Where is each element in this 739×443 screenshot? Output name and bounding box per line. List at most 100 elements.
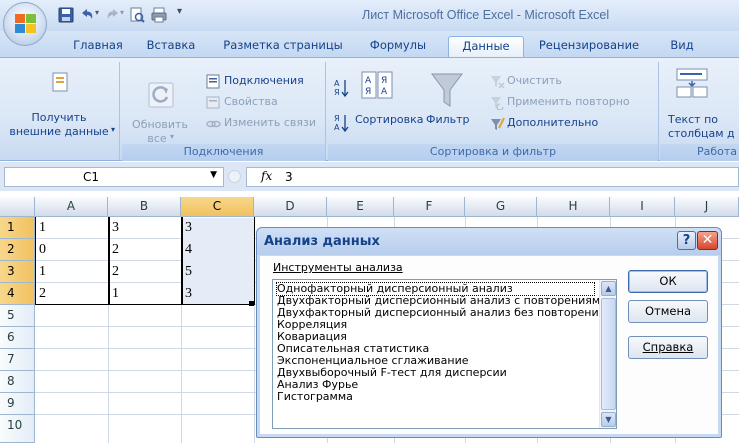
column-header-i[interactable]: I [610, 197, 675, 217]
tab-review[interactable]: Рецензирование [534, 36, 644, 57]
tools-listbox[interactable]: Однофакторный дисперсионный анализ Двухф… [272, 279, 617, 429]
cell-c2[interactable]: 4 [182, 239, 252, 261]
group-separator [658, 62, 659, 160]
cell-a1[interactable]: 1 [36, 217, 106, 239]
sort-button[interactable]: Сортировка [355, 113, 424, 126]
column-header-g[interactable]: G [465, 197, 537, 217]
column-header-f[interactable]: F [394, 197, 465, 217]
cell-c3[interactable]: 5 [182, 261, 252, 283]
cell-a3[interactable]: 1 [36, 261, 106, 283]
row-header-2[interactable]: 2 [0, 239, 35, 261]
close-icon[interactable]: ✕ [697, 231, 718, 250]
cancel-button[interactable]: Отмена [628, 300, 708, 323]
list-item[interactable]: Гистограмма [277, 391, 594, 403]
formula-circle-icon [228, 170, 241, 183]
text-to-columns-icon [676, 68, 708, 98]
column-header-h[interactable]: H [537, 197, 610, 217]
cell-b3[interactable]: 2 [109, 261, 179, 283]
undo-icon[interactable] [78, 6, 96, 24]
tab-data[interactable]: Данные [448, 36, 524, 57]
svg-text:А: А [334, 79, 340, 88]
tab-insert[interactable]: Вставка [140, 36, 202, 57]
edit-links-button[interactable]: Изменить связи [224, 116, 316, 129]
cell-b4[interactable]: 1 [109, 283, 179, 305]
column-header-j[interactable]: J [675, 197, 739, 217]
cell-b2[interactable]: 2 [109, 239, 179, 261]
row-header-8[interactable]: 8 [0, 371, 35, 393]
get-external-data-button[interactable]: Получить [16, 111, 102, 124]
print-icon[interactable] [150, 6, 168, 24]
name-box-dropdown-icon[interactable]: ▼ [210, 170, 217, 180]
column-header-c[interactable]: C [181, 197, 254, 217]
svg-text:Я: Я [334, 114, 340, 123]
row-header-1[interactable]: 1 [0, 217, 35, 239]
properties-button[interactable]: Свойства [224, 95, 278, 108]
listbox-scrollbar[interactable]: ▲ ▼ [599, 280, 616, 428]
advanced-filter-icon [491, 117, 505, 130]
formula-input[interactable]: fx 3 [246, 167, 739, 187]
group-label-data-tools: Работа [660, 144, 739, 161]
refresh-all-button[interactable]: Обновить [127, 118, 193, 131]
tab-formulas[interactable]: Формулы [364, 36, 432, 57]
scroll-up-icon[interactable]: ▲ [601, 281, 616, 296]
get-external-dropdown-icon[interactable]: ▾ [111, 125, 115, 134]
cell-b1[interactable]: 3 [109, 217, 179, 239]
row-header-4[interactable]: 4 [0, 283, 35, 305]
row-header-5[interactable]: 5 [0, 305, 35, 327]
sort-a-z-icon[interactable]: А Я [333, 78, 349, 98]
tab-home[interactable]: Главная [64, 36, 132, 57]
column-header-b[interactable]: B [108, 197, 181, 217]
filter-button[interactable]: Фильтр [426, 113, 470, 126]
refresh-dropdown-icon[interactable]: ▾ [170, 132, 174, 141]
help-icon[interactable]: ? [677, 231, 696, 250]
tools-label: Инструменты анализа [273, 261, 403, 274]
customize-qat-icon[interactable]: ▾ [177, 6, 195, 24]
properties-icon [206, 96, 220, 109]
group-separator [119, 62, 120, 160]
svg-text:Я: Я [334, 88, 340, 97]
name-box[interactable]: C1 ▼ [4, 167, 224, 187]
insert-function-icon[interactable]: fx [261, 169, 272, 183]
edit-links-icon [206, 120, 221, 128]
column-header-a[interactable]: A [35, 197, 108, 217]
svg-text:А: А [365, 76, 372, 86]
formula-bar: C1 ▼ fx 3 [0, 162, 739, 191]
svg-text:А: А [381, 87, 388, 97]
formula-value: 3 [285, 170, 293, 184]
cell-c4[interactable]: 3 [182, 283, 252, 305]
cell-c1[interactable]: 3 [182, 217, 252, 239]
ok-button[interactable]: ОК [628, 270, 708, 293]
office-button[interactable] [3, 2, 47, 46]
text-to-columns-button[interactable]: Текст по [668, 113, 718, 126]
scroll-down-icon[interactable]: ▼ [601, 412, 616, 427]
row-header-3[interactable]: 3 [0, 261, 35, 283]
tab-page-layout[interactable]: Разметка страницы [218, 36, 348, 57]
cell-a2[interactable]: 0 [36, 239, 106, 261]
select-all-corner[interactable] [0, 197, 35, 217]
advanced-filter-button[interactable]: Дополнительно [507, 116, 598, 129]
print-preview-icon[interactable] [128, 6, 146, 24]
tab-view[interactable]: Вид [662, 36, 702, 57]
name-box-value: C1 [83, 170, 100, 184]
row-header-10[interactable]: 10 [0, 415, 35, 443]
dialog-title: Анализ данных [264, 234, 380, 249]
help-button[interactable]: Справка [628, 336, 708, 359]
clear-filter-icon [491, 76, 505, 89]
clear-filter-button[interactable]: Очистить [507, 74, 562, 87]
connections-button[interactable]: Подключения [224, 74, 304, 87]
reapply-button[interactable]: Применить повторно [507, 95, 630, 108]
row-header-6[interactable]: 6 [0, 327, 35, 349]
dialog-title-bar[interactable]: Анализ данных ? ✕ [257, 228, 721, 255]
save-icon[interactable] [57, 6, 75, 24]
row-header-9[interactable]: 9 [0, 393, 35, 415]
get-external-data-label: внешние данные [9, 125, 109, 138]
cell-a4[interactable]: 2 [36, 283, 106, 305]
sort-z-a-icon[interactable]: Я А [333, 113, 349, 133]
group-label-sort-filter: Сортировка и фильтр [328, 144, 658, 161]
column-header-e[interactable]: E [327, 197, 394, 217]
svg-text:Я: Я [365, 87, 371, 97]
scroll-thumb[interactable] [601, 298, 616, 410]
column-header-d[interactable]: D [254, 197, 327, 217]
row-header-7[interactable]: 7 [0, 349, 35, 371]
ribbon-tabs: Главная Вставка Разметка страницы Формул… [0, 31, 739, 57]
